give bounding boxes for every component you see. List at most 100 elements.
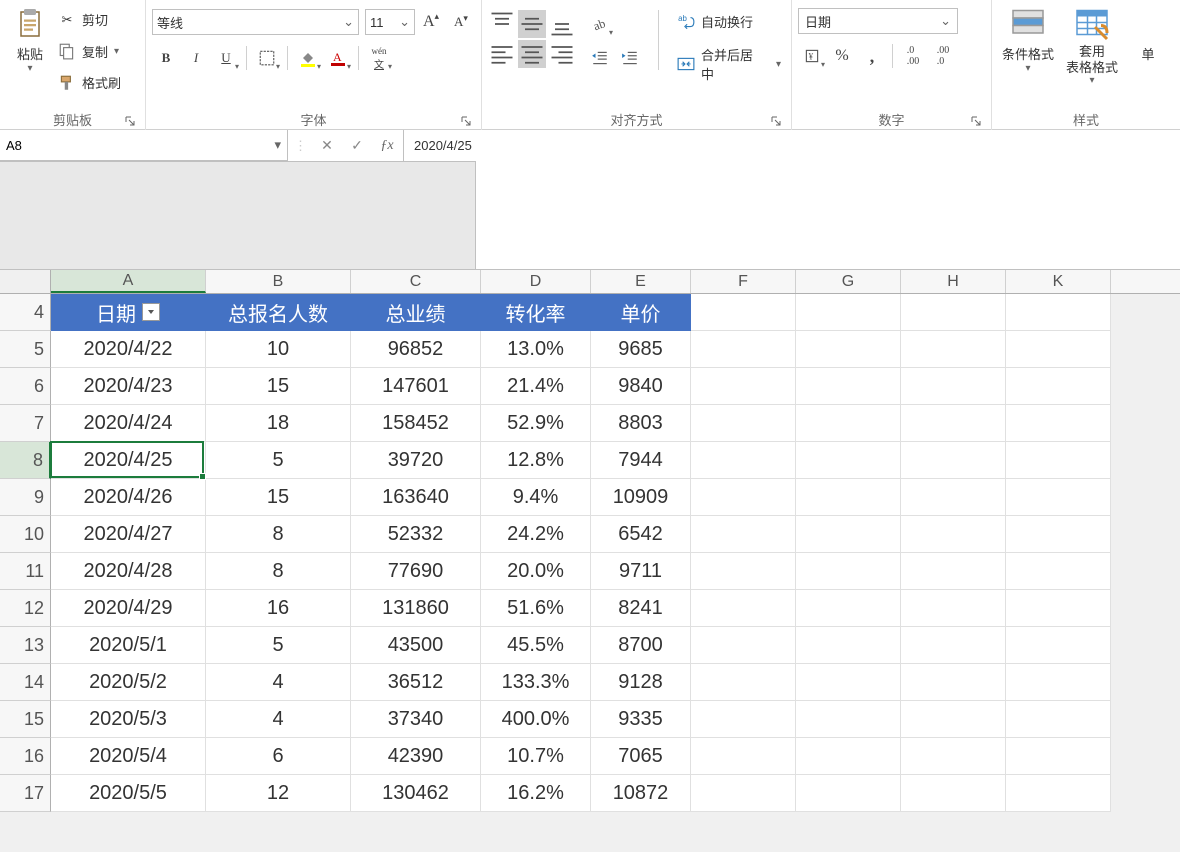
alignment-dialog-launcher[interactable] xyxy=(769,114,783,128)
cell[interactable]: 130462 xyxy=(351,775,481,812)
cell[interactable] xyxy=(691,442,796,479)
cell[interactable]: 2020/4/27 xyxy=(51,516,206,553)
cell[interactable] xyxy=(796,775,901,812)
filter-button[interactable] xyxy=(142,303,160,321)
cell[interactable]: 8241 xyxy=(591,590,691,627)
cell[interactable]: 8700 xyxy=(591,627,691,664)
decrease-decimal-button[interactable]: .00.0 xyxy=(929,42,957,70)
increase-indent-button[interactable] xyxy=(616,44,644,72)
clipboard-dialog-launcher[interactable] xyxy=(123,114,137,128)
cell[interactable] xyxy=(691,479,796,516)
cell[interactable] xyxy=(901,368,1006,405)
cell[interactable]: 10 xyxy=(206,331,351,368)
cell[interactable]: 2020/4/26 xyxy=(51,479,206,516)
cell[interactable] xyxy=(901,701,1006,738)
cell[interactable]: 43500 xyxy=(351,627,481,664)
header-date[interactable]: 日期 xyxy=(51,294,206,331)
cell[interactable] xyxy=(691,701,796,738)
cell[interactable] xyxy=(796,590,901,627)
cell[interactable]: 16.2% xyxy=(481,775,591,812)
orientation-button[interactable]: ab xyxy=(586,10,614,38)
cell[interactable]: 52.9% xyxy=(481,405,591,442)
cell[interactable] xyxy=(1006,627,1111,664)
cell[interactable]: 2020/5/1 xyxy=(51,627,206,664)
cell[interactable] xyxy=(796,738,901,775)
align-left-button[interactable] xyxy=(488,40,516,68)
cell[interactable]: 9.4% xyxy=(481,479,591,516)
column-header-c[interactable]: C xyxy=(351,270,481,293)
cell[interactable] xyxy=(796,664,901,701)
cell[interactable]: 8803 xyxy=(591,405,691,442)
cell[interactable] xyxy=(1006,590,1111,627)
cell[interactable] xyxy=(901,331,1006,368)
cell[interactable]: 6542 xyxy=(591,516,691,553)
cell[interactable]: 13.0% xyxy=(481,331,591,368)
cell[interactable] xyxy=(1006,331,1111,368)
formula-input[interactable]: 2020/4/25 xyxy=(404,130,1180,161)
cell[interactable]: 9128 xyxy=(591,664,691,701)
cell[interactable]: 45.5% xyxy=(481,627,591,664)
cell[interactable]: 2020/5/3 xyxy=(51,701,206,738)
column-header-a[interactable]: A xyxy=(51,270,206,293)
cell[interactable]: 5 xyxy=(206,627,351,664)
row-header-9[interactable]: 9 xyxy=(0,479,51,516)
cell[interactable] xyxy=(901,294,1006,331)
cell[interactable]: 4 xyxy=(206,701,351,738)
row-header-14[interactable]: 14 xyxy=(0,664,51,701)
row-header-7[interactable]: 7 xyxy=(0,405,51,442)
fill-color-button[interactable] xyxy=(294,44,322,72)
cell[interactable] xyxy=(691,775,796,812)
cell[interactable] xyxy=(901,775,1006,812)
cell[interactable]: 133.3% xyxy=(481,664,591,701)
wrap-text-button[interactable]: ab 自动换行 xyxy=(673,10,785,33)
cell[interactable]: 400.0% xyxy=(481,701,591,738)
cell[interactable] xyxy=(901,553,1006,590)
cell[interactable] xyxy=(796,368,901,405)
cell[interactable] xyxy=(901,590,1006,627)
row-header-5[interactable]: 5 xyxy=(0,331,51,368)
header-conversion[interactable]: 转化率 xyxy=(481,294,591,331)
cell[interactable]: 5 xyxy=(206,442,351,479)
cell[interactable] xyxy=(901,442,1006,479)
cell[interactable] xyxy=(1006,368,1111,405)
cell[interactable]: 6 xyxy=(206,738,351,775)
number-dialog-launcher[interactable] xyxy=(969,114,983,128)
increase-decimal-button[interactable]: .0.00 xyxy=(899,42,927,70)
row-header-13[interactable]: 13 xyxy=(0,627,51,664)
decrease-indent-button[interactable] xyxy=(586,44,614,72)
cell[interactable]: 77690 xyxy=(351,553,481,590)
cell[interactable]: 4 xyxy=(206,664,351,701)
cell[interactable] xyxy=(691,590,796,627)
column-header-h[interactable]: H xyxy=(901,270,1006,293)
cell[interactable]: 9335 xyxy=(591,701,691,738)
header-signups[interactable]: 总报名人数 xyxy=(206,294,351,331)
cell[interactable] xyxy=(796,479,901,516)
header-unit-price[interactable]: 单价 xyxy=(591,294,691,331)
row-header-8[interactable]: 8 xyxy=(0,442,51,479)
increase-font-button[interactable]: A▴ xyxy=(417,8,445,36)
column-header-b[interactable]: B xyxy=(206,270,351,293)
insert-function-button[interactable]: ƒx xyxy=(377,138,397,154)
format-as-table-button[interactable]: 套用 表格格式 ▾ xyxy=(1062,4,1122,88)
format-painter-button[interactable]: 格式刷 xyxy=(54,71,125,94)
cell[interactable]: 2020/4/23 xyxy=(51,368,206,405)
cell[interactable]: 20.0% xyxy=(481,553,591,590)
cell[interactable]: 2020/4/24 xyxy=(51,405,206,442)
column-header-d[interactable]: D xyxy=(481,270,591,293)
cell[interactable]: 7065 xyxy=(591,738,691,775)
italic-button[interactable]: I xyxy=(182,44,210,72)
cell[interactable] xyxy=(1006,664,1111,701)
cell[interactable] xyxy=(1006,775,1111,812)
cell[interactable] xyxy=(1006,294,1111,331)
name-box[interactable]: A8 ▾ xyxy=(0,130,288,161)
cell[interactable] xyxy=(796,516,901,553)
cell[interactable]: 9711 xyxy=(591,553,691,590)
cell[interactable]: 2020/4/22 xyxy=(51,331,206,368)
cell[interactable] xyxy=(691,368,796,405)
cell[interactable] xyxy=(691,331,796,368)
cell[interactable]: 15 xyxy=(206,479,351,516)
cell[interactable] xyxy=(796,405,901,442)
cell[interactable]: 158452 xyxy=(351,405,481,442)
cell[interactable] xyxy=(901,405,1006,442)
cell[interactable]: 24.2% xyxy=(481,516,591,553)
